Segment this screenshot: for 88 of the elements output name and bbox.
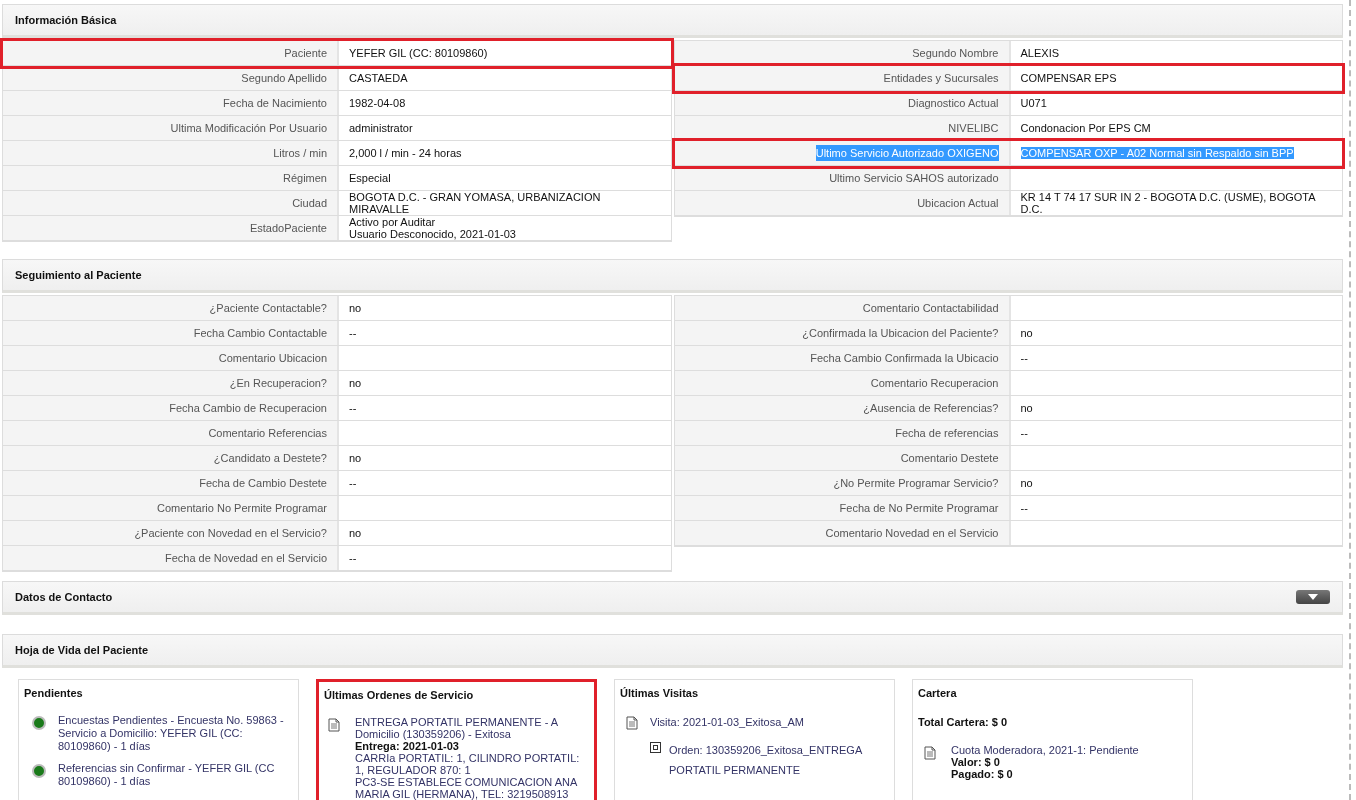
field-label: ¿Paciente con Novedad en el Servicio?	[134, 525, 327, 541]
field-label: Ultimo Servicio Autorizado OXIGENO	[815, 144, 999, 162]
visit-order-link[interactable]: Orden: 130359206_Exitosa_ENTREGA PORTATIL PERMANENTE	[669, 740, 889, 780]
field-label: Segundo Apellido	[241, 70, 327, 86]
field-label: Fecha Cambio Contactable	[193, 325, 327, 341]
field-label: Entidades y Sucursales	[883, 70, 999, 86]
field-label: ¿Candidato a Destete?	[213, 450, 327, 466]
field-value: no	[1020, 477, 1033, 489]
field-label: Ciudad	[292, 195, 327, 211]
field-label: Ultimo Servicio SAHOS autorizado	[829, 170, 999, 186]
expand-toggle-button[interactable]	[1296, 590, 1330, 604]
field-label: Comentario Novedad en el Servicio	[825, 525, 999, 541]
field-value: 1982-04-08	[349, 97, 406, 109]
field-value: COMPENSAR EPS	[1020, 72, 1117, 84]
field-value: CASTAEDA	[349, 72, 408, 84]
order-delivery-date: Entrega: 2021-01-03	[355, 739, 459, 752]
order-details: CARRIa PORTATIL: 1, CILINDRO PORTATIL: 1, REGULADOR 870: 1 PC3-SE ESTABLECE COMUNICACION ANA MARIA GIL (HERMANA), TEL: 3219508913	[355, 751, 581, 800]
field-label: ¿En Recuperacion?	[229, 375, 327, 391]
field-label: Comentario Referencias	[208, 425, 327, 441]
pending-item[interactable]: Encuestas Pendientes - Encuesta No. 59863 - Servicio a Domicilio: YEFER GIL (CC: 80109860) - 1 días	[58, 713, 293, 753]
field-label: Litros / min	[273, 145, 327, 161]
section-title: Datos de Contacto	[15, 589, 113, 605]
field-value: no	[349, 302, 362, 314]
field-label: Fecha de referencias	[895, 425, 999, 441]
field-label: Fecha de No Permite Programar	[839, 500, 999, 516]
field-value: --	[349, 552, 357, 564]
field-value: BOGOTA D.C. - GRAN YOMASA, URBANIZACION MIRAVALLE	[349, 191, 602, 215]
field-value: no	[349, 377, 362, 389]
field-value: Activo por Auditar Usuario Desconocido, 2021-01-03	[349, 216, 516, 240]
field-value: YEFER GIL (CC: 80109860)	[349, 47, 488, 59]
field-label: Ubicacion Actual	[917, 195, 999, 211]
field-label: Comentario Destete	[900, 450, 999, 466]
order-icon	[650, 742, 661, 753]
document-icon	[626, 715, 638, 730]
card-title: Últimas Ordenes de Servicio	[324, 688, 475, 703]
field-value: Especial	[349, 172, 391, 184]
caret-icon	[1308, 594, 1318, 600]
field-value: --	[1020, 352, 1028, 364]
wallet-total: Total Cartera: $ 0	[918, 714, 1009, 730]
visit-link[interactable]: Visita: 2021-01-03_Exitosa_AM	[650, 713, 804, 730]
section-title: Hoja de Vida del Paciente	[15, 642, 149, 658]
field-label: Fecha de Novedad en el Servicio	[164, 550, 327, 566]
field-value: administrator	[349, 122, 413, 134]
wallet-value: Valor: $ 0	[951, 756, 1001, 768]
field-label: Paciente	[284, 45, 327, 61]
field-value: --	[349, 477, 357, 489]
field-label: Diagnostico Actual	[908, 95, 999, 111]
field-label: Ultima Modificación Por Usuario	[170, 120, 327, 136]
field-label: Comentario Ubicacion	[218, 350, 327, 366]
field-value: no	[349, 452, 362, 464]
field-label: ¿Ausencia de Referencias?	[863, 400, 999, 416]
field-value: --	[349, 402, 357, 414]
field-value: ALEXIS	[1020, 47, 1060, 59]
section-title: Información Básica	[15, 12, 117, 28]
field-label: ¿Confirmada la Ubicacion del Paciente?	[802, 325, 999, 341]
field-label: Comentario Contactabilidad	[862, 300, 999, 316]
field-value: --	[1020, 427, 1028, 439]
card-title: Últimas Visitas	[620, 686, 700, 701]
field-label: Fecha Cambio Confirmada la Ubicacio	[810, 350, 999, 366]
field-label: ¿No Permite Programar Servicio?	[833, 475, 999, 491]
field-value: 2,000 l / min - 24 horas	[349, 147, 462, 159]
field-label: Comentario No Permite Programar	[157, 500, 327, 516]
field-label: Segundo Nombre	[912, 45, 999, 61]
field-label: Comentario Recuperacion	[870, 375, 999, 391]
field-label: Fecha de Nacimiento	[223, 95, 327, 111]
field-label: Fecha de Cambio Destete	[199, 475, 327, 491]
document-icon	[328, 717, 340, 732]
field-label: EstadoPaciente	[249, 220, 327, 236]
field-label: ¿Paciente Contactable?	[209, 300, 327, 316]
field-value: U071	[1020, 97, 1047, 109]
field-value: Condonacion Por EPS CM	[1020, 122, 1151, 134]
section-title: Seguimiento al Paciente	[15, 267, 142, 283]
card-title: Pendientes	[24, 686, 84, 701]
field-value: --	[349, 327, 357, 339]
field-value: --	[1020, 502, 1028, 514]
field-value: no	[1020, 327, 1033, 339]
field-label: Fecha Cambio de Recuperacion	[169, 400, 327, 416]
pending-item[interactable]: Referencias sin Confirmar - YEFER GIL (CC 80109860) - 1 días	[58, 761, 293, 788]
document-icon	[924, 746, 936, 760]
field-value: no	[349, 527, 362, 539]
order-title[interactable]: ENTREGA PORTATIL PERMANENTE - A Domicilio (130359206) - Exitosa	[355, 715, 589, 740]
field-value: KR 14 T 74 17 SUR IN 2 - BOGOTA D.C. (USME), BOGOTA D.C.	[1020, 191, 1317, 215]
field-label: NIVELIBC	[948, 120, 999, 136]
wallet-paid: Pagado: $ 0	[951, 768, 1014, 780]
field-label: Régimen	[282, 170, 327, 186]
field-value: no	[1020, 402, 1033, 414]
wallet-item-link[interactable]: Cuota Moderadora, 2021-1: Pendiente	[951, 744, 1139, 756]
card-title: Cartera	[918, 686, 958, 701]
